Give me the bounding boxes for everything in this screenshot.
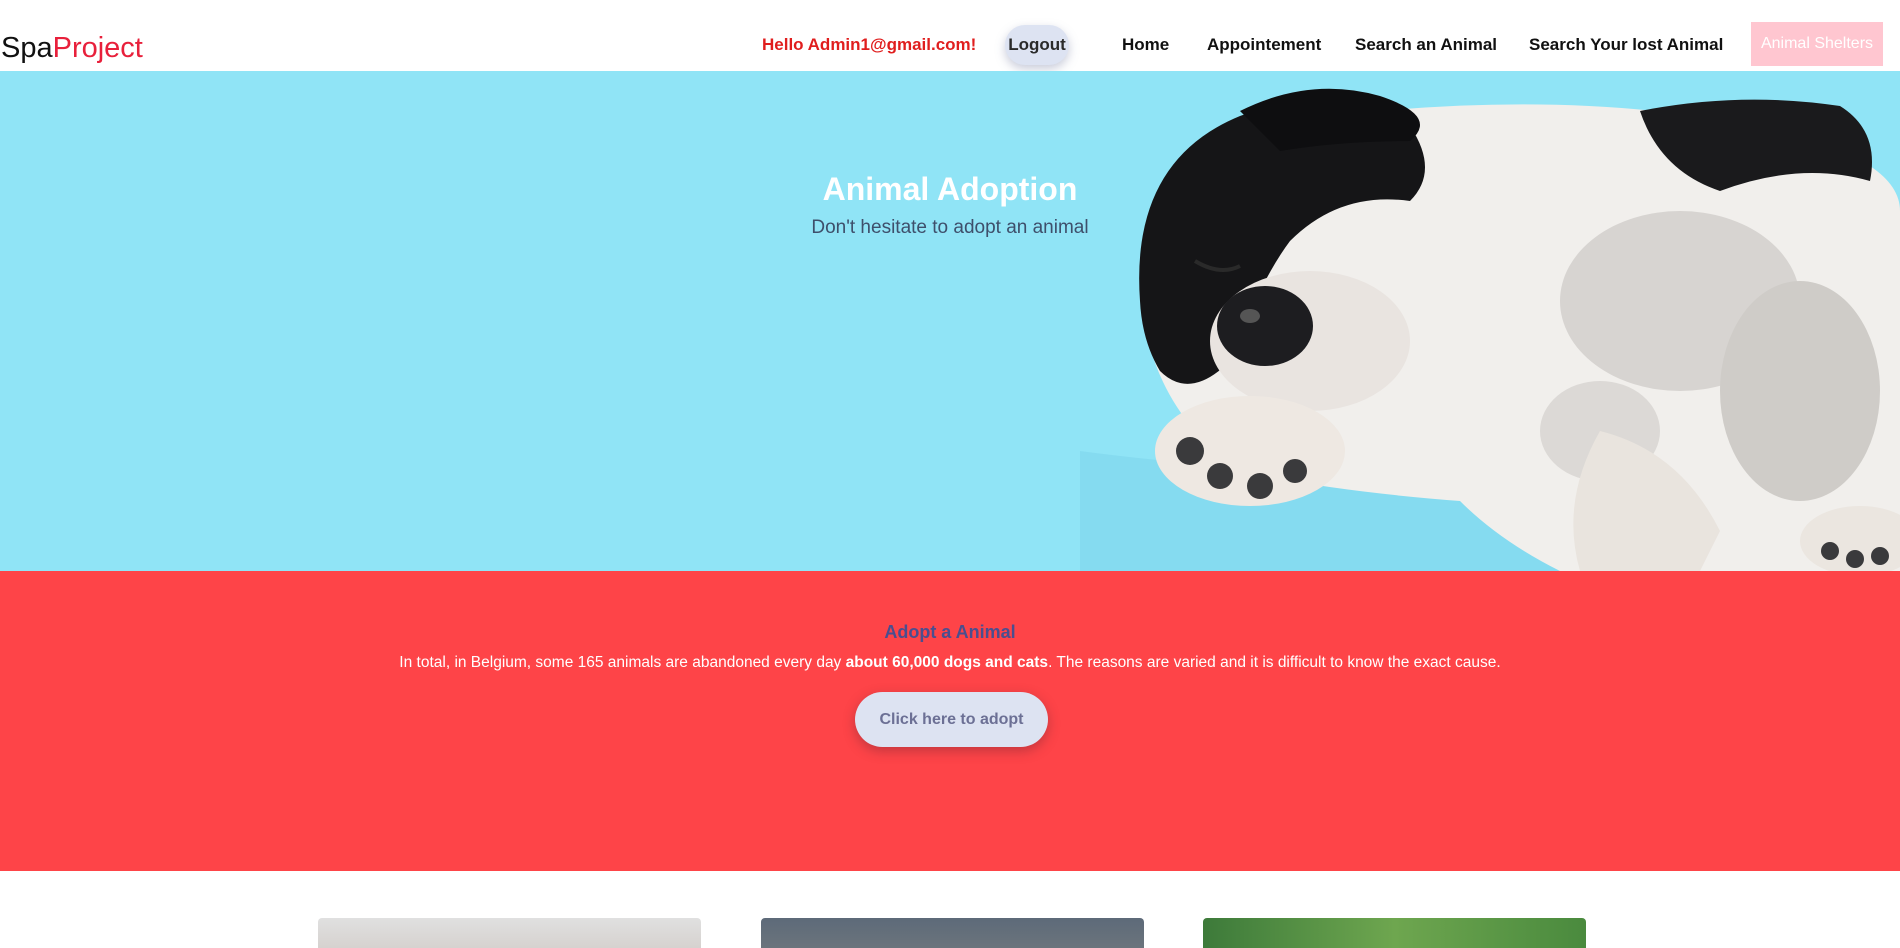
adopt-text-end: . The reasons are varied and it is diffi… [1048, 654, 1501, 671]
adopt-title: Adopt a Animal [884, 622, 1016, 642]
animal-card-1[interactable] [318, 918, 701, 948]
animal-shelters-button[interactable]: Animal Shelters [1751, 22, 1883, 66]
adopt-section: Adopt a Animal In total, in Belgium, som… [0, 571, 1900, 871]
brand-name-part1: Spa [1, 32, 53, 64]
puppy-image [1080, 88, 1900, 571]
adopt-text-start: In total, in Belgium, some 165 animals a… [399, 654, 846, 671]
hero-title: Animal Adoption [822, 171, 1078, 207]
nav-link-appointment[interactable]: Appointement [1207, 35, 1321, 55]
hero-banner: Animal Adoption Don't hesitate to adopt … [0, 71, 1900, 571]
adopt-text-bold: about 60,000 dogs and cats [845, 654, 1049, 671]
adopt-button[interactable]: Click here to adopt [855, 692, 1048, 747]
adopt-description: In total, in Belgium, some 165 animals a… [0, 654, 1900, 672]
hero-subtitle: Don't hesitate to adopt an animal [811, 217, 1089, 238]
animal-card-2[interactable] [761, 918, 1144, 948]
nav-link-search-animal[interactable]: Search an Animal [1355, 35, 1497, 55]
brand-name-part2: Project [52, 32, 143, 64]
logout-button[interactable]: Logout [1005, 25, 1069, 65]
nav-link-search-lost-animal[interactable]: Search Your lost Animal [1529, 35, 1723, 55]
user-greeting: Hello Admin1@gmail.com! [762, 35, 977, 54]
animal-card-3[interactable] [1203, 918, 1586, 948]
navbar: SpaProject Hello Admin1@gmail.com! Logou… [0, 0, 1900, 71]
brand-logo[interactable]: SpaProject [1, 31, 143, 65]
nav-link-home[interactable]: Home [1122, 35, 1169, 55]
